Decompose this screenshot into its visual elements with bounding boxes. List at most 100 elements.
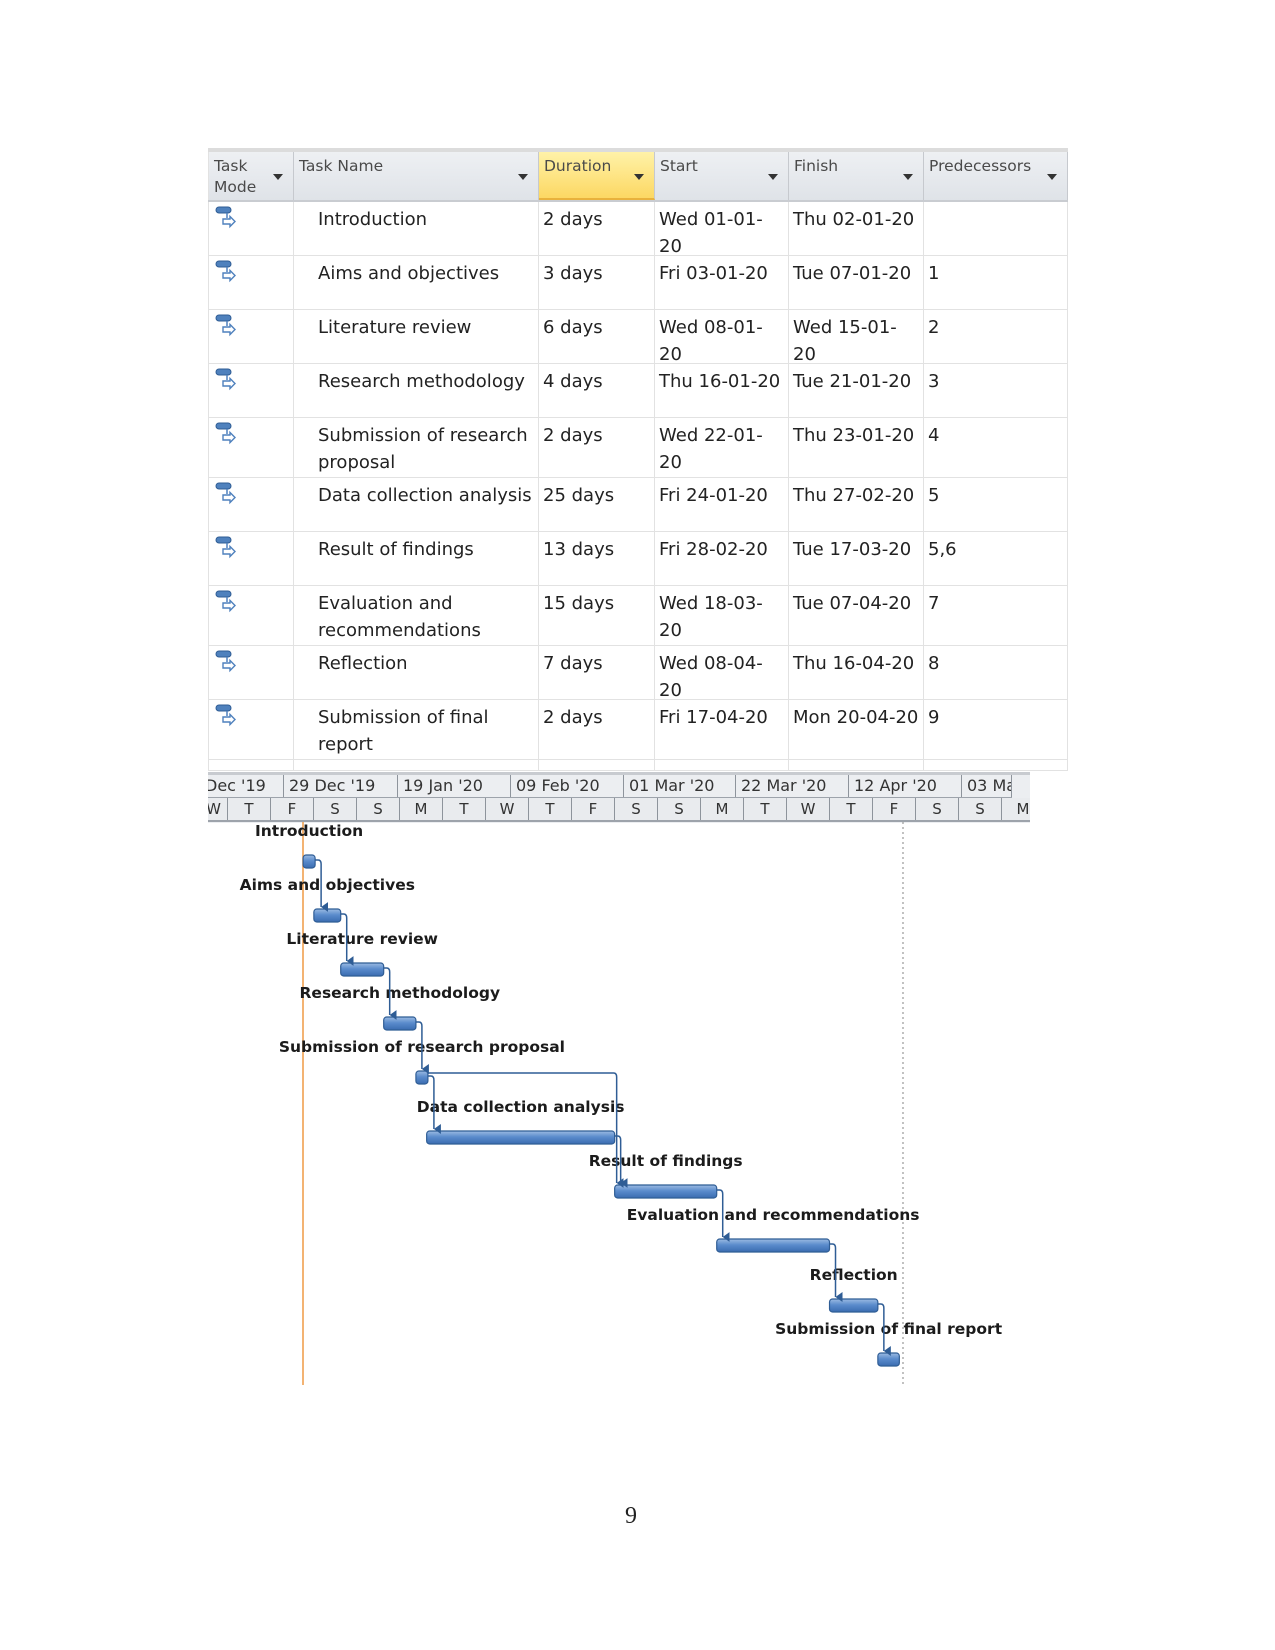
- gantt-bar[interactable]: [426, 1130, 616, 1145]
- gantt-bar[interactable]: [716, 1238, 831, 1253]
- predecessors-cell[interactable]: 4: [924, 418, 1068, 477]
- duration-cell[interactable]: 13 days: [539, 532, 655, 585]
- task-name-cell[interactable]: Data collection analysis: [294, 478, 539, 531]
- predecessors-cell[interactable]: 5: [924, 478, 1068, 531]
- task-name-cell[interactable]: Evaluation and recommendations: [294, 586, 539, 645]
- start-cell[interactable]: Fri 28-02-20: [655, 532, 789, 585]
- task-mode-cell[interactable]: [208, 202, 294, 255]
- duration-cell[interactable]: 15 days: [539, 586, 655, 645]
- finish-cell[interactable]: Wed 15-01-20: [789, 310, 924, 365]
- predecessors-cell[interactable]: 2: [924, 310, 1068, 363]
- finish-cell[interactable]: Tue 21-01-20: [789, 364, 924, 417]
- start-cell[interactable]: Fri 24-01-20: [655, 478, 789, 531]
- task-name-cell[interactable]: Research methodology: [294, 364, 539, 417]
- table-row[interactable]: Submission of final report 2 days Fri 17…: [208, 700, 1068, 760]
- table-row[interactable]: Aims and objectives 3 days Fri 03-01-20 …: [208, 256, 1068, 310]
- predecessors-cell[interactable]: 3: [924, 364, 1068, 417]
- task-mode-cell[interactable]: [208, 478, 294, 531]
- task-name-cell[interactable]: Reflection: [294, 646, 539, 699]
- finish-cell[interactable]: Mon 20-04-20: [789, 700, 924, 759]
- table-row[interactable]: Submission of research proposal 2 days W…: [208, 418, 1068, 478]
- dropdown-arrow-icon[interactable]: [1047, 174, 1057, 180]
- finish-cell[interactable]: Thu 23-01-20: [789, 418, 924, 477]
- finish-cell[interactable]: Thu 27-02-20: [789, 478, 924, 531]
- gantt-bar[interactable]: [415, 1070, 429, 1085]
- table-row[interactable]: Result of findings 13 days Fri 28-02-20 …: [208, 532, 1068, 586]
- duration-cell[interactable]: 25 days: [539, 478, 655, 531]
- dropdown-arrow-icon[interactable]: [273, 174, 283, 180]
- column-header-start[interactable]: Start: [655, 152, 789, 200]
- table-row[interactable]: Evaluation and recommendations 15 days W…: [208, 586, 1068, 646]
- task-mode-cell[interactable]: [208, 700, 294, 759]
- duration-cell[interactable]: 3 days: [539, 256, 655, 309]
- dependency-link[interactable]: [716, 1189, 730, 1242]
- column-header-finish[interactable]: Finish: [789, 152, 924, 200]
- gantt-bar[interactable]: [313, 908, 342, 923]
- dependency-link[interactable]: [340, 913, 354, 966]
- dependency-link[interactable]: [383, 967, 397, 1020]
- predecessors-cell[interactable]: 5,6: [924, 532, 1068, 585]
- duration-cell[interactable]: 2 days: [539, 700, 655, 759]
- column-header-duration[interactable]: Duration: [539, 152, 655, 200]
- finish-cell[interactable]: Tue 07-01-20: [789, 256, 924, 309]
- finish-cell[interactable]: Thu 16-04-20: [789, 646, 924, 699]
- table-row[interactable]: Research methodology 4 days Thu 16-01-20…: [208, 364, 1068, 418]
- predecessors-cell[interactable]: 1: [924, 256, 1068, 309]
- finish-cell[interactable]: Thu 02-01-20: [789, 202, 924, 255]
- table-row[interactable]: Literature review 6 days Wed 08-01-20 We…: [208, 310, 1068, 365]
- dropdown-arrow-icon[interactable]: [518, 174, 528, 180]
- duration-cell[interactable]: 6 days: [539, 310, 655, 363]
- start-cell[interactable]: Thu 16-01-20: [655, 364, 789, 417]
- start-cell[interactable]: Wed 08-04-20: [655, 646, 789, 701]
- gantt-bar[interactable]: [340, 962, 385, 977]
- task-mode-cell[interactable]: [208, 586, 294, 645]
- task-mode-cell[interactable]: [208, 532, 294, 585]
- task-mode-cell[interactable]: [208, 310, 294, 363]
- task-mode-cell[interactable]: [208, 364, 294, 417]
- start-cell[interactable]: Wed 18-03-20: [655, 586, 789, 645]
- dropdown-arrow-icon[interactable]: [768, 174, 778, 180]
- start-cell[interactable]: Wed 01-01-20: [655, 202, 789, 257]
- task-name-cell[interactable]: Submission of research proposal: [294, 418, 539, 477]
- column-header-task-mode[interactable]: Task Mode: [208, 152, 294, 200]
- duration-cell[interactable]: 2 days: [539, 418, 655, 477]
- gantt-bar[interactable]: [877, 1352, 900, 1367]
- task-name-cell[interactable]: Submission of final report: [294, 700, 539, 759]
- start-cell[interactable]: Fri 03-01-20: [655, 256, 789, 309]
- start-cell[interactable]: Fri 17-04-20: [655, 700, 789, 759]
- task-name-cell[interactable]: Result of findings: [294, 532, 539, 585]
- dropdown-arrow-icon[interactable]: [903, 174, 913, 180]
- dependency-link[interactable]: [614, 1135, 628, 1188]
- gantt-bar[interactable]: [828, 1298, 879, 1313]
- table-row[interactable]: Introduction 2 days Wed 01-01-20 Thu 02-…: [208, 202, 1068, 257]
- predecessors-cell[interactable]: 8: [924, 646, 1068, 699]
- dependency-link[interactable]: [427, 1072, 624, 1188]
- task-name-cell[interactable]: Introduction: [294, 202, 539, 255]
- finish-cell[interactable]: Tue 07-04-20: [789, 586, 924, 645]
- gantt-bar[interactable]: [383, 1016, 417, 1031]
- gantt-bar[interactable]: [614, 1184, 718, 1199]
- task-mode-cell[interactable]: [208, 418, 294, 477]
- duration-cell[interactable]: 2 days: [539, 202, 655, 255]
- task-name-cell[interactable]: Literature review: [294, 310, 539, 363]
- column-header-predecessors[interactable]: Predecessors: [924, 152, 1068, 200]
- predecessors-cell[interactable]: 9: [924, 700, 1068, 759]
- dependency-link[interactable]: [829, 1243, 843, 1302]
- dependency-link[interactable]: [415, 1021, 429, 1074]
- task-mode-cell[interactable]: [208, 646, 294, 699]
- finish-cell[interactable]: Tue 17-03-20: [789, 532, 924, 585]
- predecessors-cell[interactable]: 7: [924, 586, 1068, 645]
- task-name-cell[interactable]: Aims and objectives: [294, 256, 539, 309]
- gantt-bar[interactable]: [302, 854, 316, 869]
- dependency-link[interactable]: [427, 1075, 441, 1134]
- table-row[interactable]: Reflection 7 days Wed 08-04-20 Thu 16-04…: [208, 646, 1068, 701]
- dropdown-arrow-icon[interactable]: [634, 174, 644, 180]
- start-cell[interactable]: Wed 22-01-20: [655, 418, 789, 477]
- duration-cell[interactable]: 7 days: [539, 646, 655, 699]
- dependency-link[interactable]: [315, 859, 329, 912]
- duration-cell[interactable]: 4 days: [539, 364, 655, 417]
- column-header-task-name[interactable]: Task Name: [294, 152, 539, 200]
- start-cell[interactable]: Wed 08-01-20: [655, 310, 789, 365]
- table-row[interactable]: Data collection analysis 25 days Fri 24-…: [208, 478, 1068, 532]
- predecessors-cell[interactable]: [924, 202, 1068, 255]
